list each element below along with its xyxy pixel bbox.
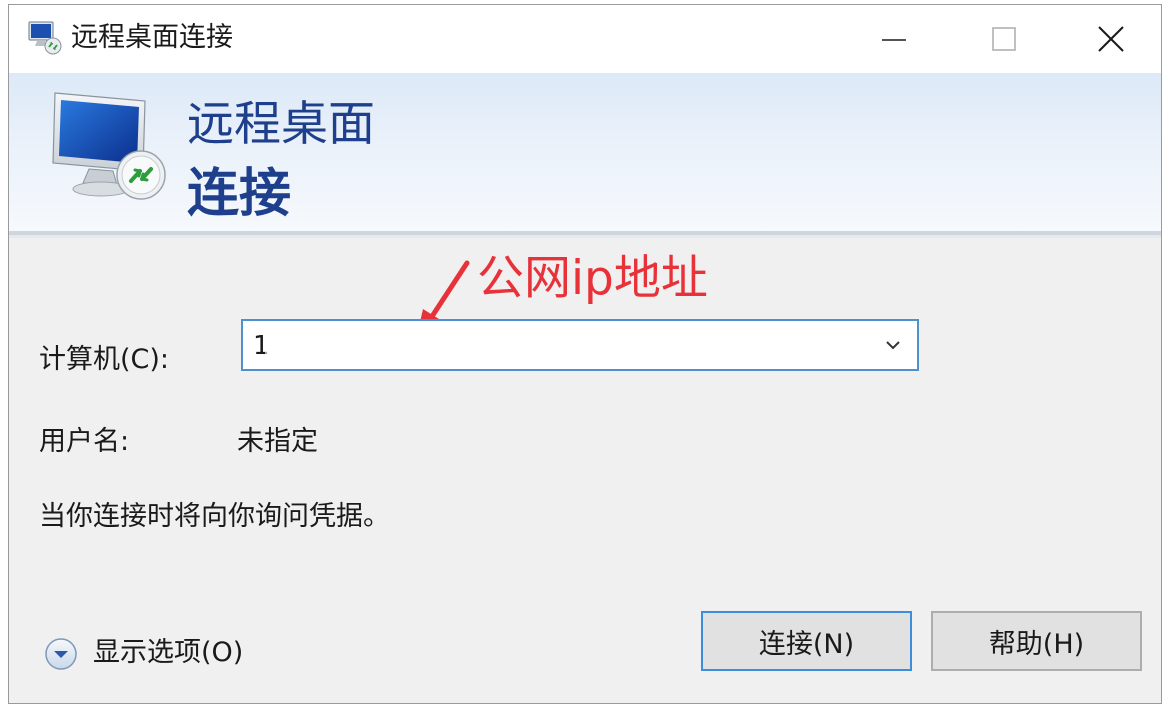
banner-divider-light: [9, 235, 1161, 238]
computer-label: 计算机(C):: [39, 344, 170, 375]
username-value: 未指定: [237, 426, 318, 457]
banner-title-line2: 连接: [187, 164, 292, 224]
header-banner: [9, 73, 1161, 231]
monitor-icon: [52, 92, 166, 200]
credentials-prompt: 当你连接时将向你询问凭据。: [39, 501, 390, 532]
window-title: 远程桌面连接: [71, 22, 233, 53]
minimize-icon: [882, 39, 906, 41]
close-button[interactable]: [1059, 5, 1161, 73]
annotation-label: 公网ip地址: [477, 251, 708, 306]
connect-button[interactable]: 连接(N): [701, 611, 912, 671]
show-options-link[interactable]: 显示选项(O): [93, 635, 243, 671]
chevron-down-icon[interactable]: [883, 335, 903, 355]
computer-combobox[interactable]: 1: [241, 319, 919, 371]
help-button[interactable]: 帮助(H): [931, 611, 1142, 671]
title-bar: 远程桌面连接: [9, 5, 1161, 73]
close-icon: [1098, 26, 1124, 52]
redacted-value: [265, 327, 415, 365]
expand-circle-icon[interactable]: [43, 636, 79, 672]
maximize-icon: [992, 27, 1016, 51]
minimize-button[interactable]: [839, 5, 949, 73]
maximize-button[interactable]: [949, 5, 1059, 73]
remote-desktop-window: 远程桌面连接 远程桌面 连接 公网ip地址 计算机(C): 1 用户名: 未指定…: [8, 4, 1162, 704]
banner-title-line1: 远程桌面: [187, 97, 375, 152]
username-label: 用户名:: [39, 426, 130, 457]
remote-desktop-icon: [28, 21, 62, 55]
